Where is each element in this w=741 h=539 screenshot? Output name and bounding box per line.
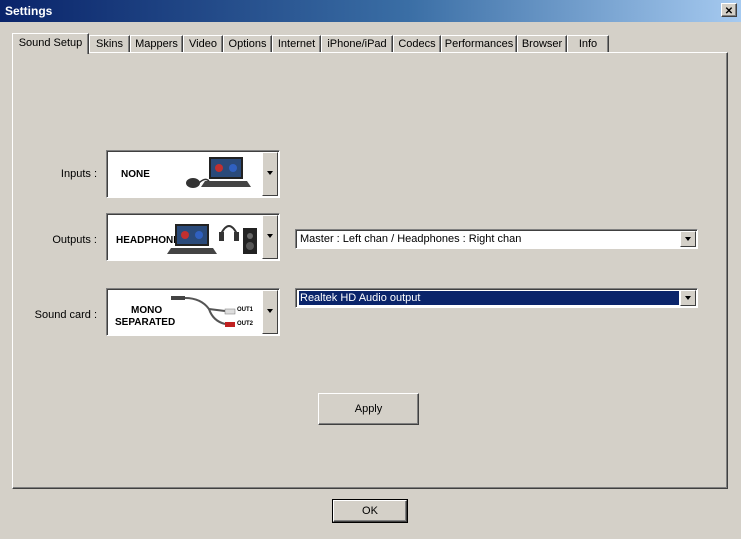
sound-card-dropdown-button[interactable] [262, 290, 278, 334]
chevron-down-icon [685, 237, 691, 241]
tab-performances[interactable]: Performances [441, 35, 517, 53]
chevron-down-icon [267, 171, 273, 175]
tab-skins[interactable]: Skins [89, 35, 130, 53]
output-mode-value: Master : Left chan / Headphones : Right … [300, 233, 522, 245]
tab-internet[interactable]: Internet [272, 35, 321, 53]
tab-browser[interactable]: Browser [517, 35, 567, 53]
laptop-headphones-speaker-icon: HEADPHONES [109, 216, 261, 258]
tab-video[interactable]: Video [183, 35, 223, 53]
sound-device-dropdown-button[interactable] [680, 290, 696, 306]
sound-card-label: Sound card : [34, 309, 97, 321]
sound-card-selector[interactable]: MONO SEPARATED OUT1 OUT2 [106, 288, 280, 336]
ok-button[interactable]: OK [332, 499, 408, 523]
outputs-label: Outputs : [52, 234, 97, 246]
chevron-down-icon [685, 296, 691, 300]
inputs-dropdown-button[interactable] [262, 152, 278, 196]
close-button[interactable]: ✕ [721, 3, 737, 17]
inputs-label: Inputs : [60, 168, 97, 180]
output-mode-dropdown-button[interactable] [680, 231, 696, 247]
tab-mappers[interactable]: Mappers [130, 35, 183, 53]
outputs-dropdown-button[interactable] [262, 215, 278, 259]
rca-y-cable-icon: MONO SEPARATED OUT1 OUT2 [109, 291, 261, 333]
inputs-selector[interactable]: NONE [106, 150, 280, 198]
tab-options[interactable]: Options [223, 35, 272, 53]
chevron-down-icon [267, 309, 273, 313]
title-bar: Settings ✕ [0, 0, 741, 22]
tab-sound-setup[interactable]: Sound Setup [12, 33, 89, 54]
tab-iphone-ipad[interactable]: iPhone/iPad [321, 35, 393, 53]
laptop-mouse-icon: NONE [109, 153, 261, 195]
chevron-down-icon [267, 234, 273, 238]
sound-device-value: Realtek HD Audio output [299, 291, 679, 305]
apply-button[interactable]: Apply [318, 393, 419, 425]
window-title: Settings [5, 4, 53, 18]
close-icon: ✕ [724, 6, 734, 17]
outputs-selector[interactable]: HEADPHONES [106, 213, 280, 261]
tab-info[interactable]: Info [567, 35, 609, 53]
sound-device-select[interactable]: Realtek HD Audio output [295, 288, 698, 308]
output-mode-select[interactable]: Master : Left chan / Headphones : Right … [295, 229, 698, 249]
tab-codecs[interactable]: Codecs [393, 35, 441, 53]
